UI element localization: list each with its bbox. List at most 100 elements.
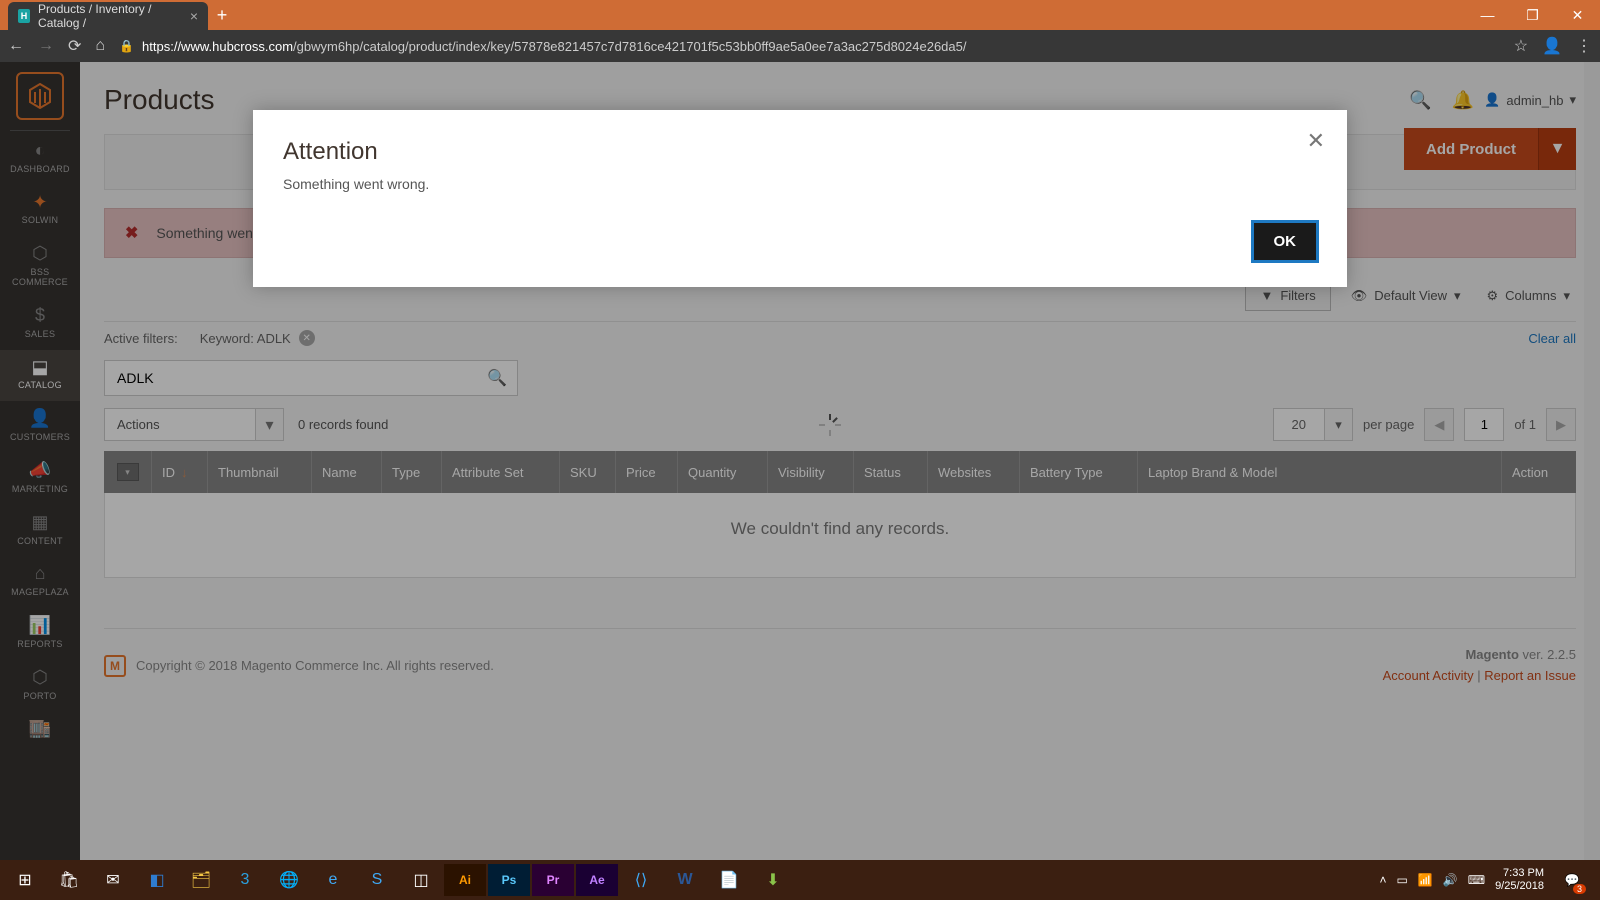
prev-page-button[interactable]: ◀ [1424, 408, 1454, 441]
scrollbar[interactable] [1584, 62, 1600, 860]
filter-chip-remove[interactable]: ✕ [299, 330, 315, 346]
taskbar-ae-icon[interactable]: Ae [576, 864, 618, 896]
magento-logo[interactable] [16, 72, 64, 120]
tray-chevron-icon[interactable]: ˄ [1379, 873, 1386, 887]
reload-button[interactable]: ⟳ [68, 36, 81, 56]
taskbar-outlook-icon[interactable]: ◧ [136, 864, 178, 896]
add-product-button[interactable]: Add Product [1404, 128, 1538, 170]
sidebar-item-sales[interactable]: $SALES [0, 298, 80, 350]
sidebar-item-more[interactable]: 🏬 [0, 711, 80, 753]
taskbar-app2-icon[interactable]: ◫ [400, 864, 442, 896]
star-icon[interactable]: ☆ [1514, 36, 1528, 56]
tray-volume-icon[interactable]: 🔊 [1443, 873, 1458, 887]
th-websites[interactable]: Websites [928, 451, 1020, 493]
th-id[interactable]: ID ↓ [152, 451, 208, 493]
default-view-button[interactable]: 👁Default View▾ [1345, 281, 1467, 311]
window-maximize-button[interactable]: ❐ [1510, 0, 1555, 30]
next-page-button[interactable]: ▶ [1546, 408, 1576, 441]
sidebar-item-marketing[interactable]: 📣MARKETING [0, 453, 80, 505]
page-size-select[interactable]: 20▾ [1273, 408, 1353, 441]
th-price[interactable]: Price [616, 451, 678, 493]
search-button[interactable]: 🔍 [477, 368, 517, 388]
th-laptop[interactable]: Laptop Brand & Model [1138, 451, 1502, 493]
sidebar-item-bss[interactable]: ⬡BSS COMMERCE [0, 236, 80, 298]
th-visibility[interactable]: Visibility [768, 451, 854, 493]
window-minimize-button[interactable]: — [1465, 0, 1510, 30]
modal-ok-button[interactable]: OK [1253, 222, 1318, 261]
th-action[interactable]: Action [1502, 451, 1576, 493]
modal-close-button[interactable]: ✕ [1307, 128, 1325, 154]
taskbar-ai-icon[interactable]: Ai [444, 864, 486, 896]
taskbar-app-icon[interactable]: 3 [224, 864, 266, 896]
taskbar-mail-icon[interactable]: ✉ [92, 864, 134, 896]
sidebar-item-reports[interactable]: 📊REPORTS [0, 608, 80, 660]
taskbar-idm-icon[interactable]: ⬇ [752, 864, 794, 896]
layout-icon: ▦ [2, 513, 78, 533]
bell-icon[interactable]: 🔔 [1452, 90, 1474, 111]
per-page-label: per page [1363, 417, 1414, 432]
taskbar-word-icon[interactable]: W [664, 864, 706, 896]
system-tray[interactable]: ˄ ▭ 📶 🔊 ⌨ 7:33 PM 9/25/2018 💬3 [1379, 864, 1596, 896]
taskbar-pr-icon[interactable]: Pr [532, 864, 574, 896]
th-sku[interactable]: SKU [560, 451, 616, 493]
spinner-icon [818, 413, 842, 437]
sort-down-icon: ↓ [181, 465, 188, 480]
select-all-checkbox[interactable]: ▾ [104, 451, 152, 493]
report-issue-link[interactable]: Report an Issue [1484, 668, 1576, 683]
sidebar-item-mageplaza[interactable]: ⌂MAGEPLAZA [0, 556, 80, 608]
taskbar-notepad-icon[interactable]: 📄 [708, 864, 750, 896]
th-battery[interactable]: Battery Type [1020, 451, 1138, 493]
th-type[interactable]: Type [382, 451, 442, 493]
taskbar-store-icon[interactable]: 🛍 [48, 864, 90, 896]
page-input[interactable] [1464, 408, 1504, 441]
taskbar-vscode-icon[interactable]: ⟨⟩ [620, 864, 662, 896]
search-input[interactable] [105, 370, 477, 386]
taskbar-explorer-icon[interactable]: 🗂 [180, 864, 222, 896]
window-close-button[interactable]: ✕ [1555, 0, 1600, 30]
back-button[interactable]: ← [8, 37, 24, 55]
tray-lang-icon[interactable]: ⌨ [1468, 873, 1485, 887]
taskbar-skype-icon[interactable]: S [356, 864, 398, 896]
filter-chip-text: Keyword: ADLK [200, 331, 291, 346]
browser-tab[interactable]: H Products / Inventory / Catalog / × [8, 2, 208, 30]
tray-wifi-icon[interactable]: 📶 [1418, 873, 1433, 887]
person-icon: 👤 [2, 409, 78, 429]
th-qty[interactable]: Quantity [678, 451, 768, 493]
start-button[interactable]: ⊞ [4, 864, 46, 896]
sidebar-item-porto[interactable]: ⬡PORTO [0, 660, 80, 712]
clear-all-link[interactable]: Clear all [1528, 331, 1576, 346]
actions-dropdown[interactable]: Actions ▾ [104, 408, 284, 441]
menu-icon[interactable]: ⋮ [1576, 36, 1592, 56]
columns-button[interactable]: ⚙Columns▾ [1481, 281, 1576, 311]
taskbar-clock[interactable]: 7:33 PM 9/25/2018 [1495, 867, 1544, 893]
address-bar[interactable]: 🔒 https://www.hubcross.com/gbwym6hp/cata… [119, 39, 1500, 54]
dollar-icon: $ [2, 306, 78, 326]
search-icon[interactable]: 🔍 [1409, 90, 1431, 111]
sidebar-item-catalog[interactable]: ⬓CATALOG [0, 350, 80, 402]
th-status[interactable]: Status [854, 451, 928, 493]
action-center-button[interactable]: 💬3 [1554, 864, 1590, 896]
sidebar-item-content[interactable]: ▦CONTENT [0, 505, 80, 557]
tray-battery-icon[interactable]: ▭ [1396, 873, 1407, 887]
app-version: ver. 2.2.5 [1519, 647, 1576, 662]
tab-close-icon[interactable]: × [190, 8, 198, 24]
taskbar-ps-icon[interactable]: Ps [488, 864, 530, 896]
sidebar-item-solwin[interactable]: ✦SOLWIN [0, 185, 80, 237]
account-activity-link[interactable]: Account Activity [1383, 668, 1474, 683]
taskbar-chrome-icon[interactable]: 🌐 [268, 864, 310, 896]
incognito-icon[interactable]: 👤 [1542, 36, 1562, 56]
taskbar-edge-icon[interactable]: e [312, 864, 354, 896]
user-menu[interactable]: 👤 admin_hb ▾ [1484, 92, 1576, 108]
sidebar-item-dashboard[interactable]: ◐DASHBOARD [0, 133, 80, 185]
new-tab-button[interactable]: + [208, 0, 236, 30]
add-product-dropdown[interactable]: ▼ [1538, 128, 1576, 170]
th-thumbnail[interactable]: Thumbnail [208, 451, 312, 493]
home-button[interactable]: ⌂ [95, 37, 105, 55]
th-attrset[interactable]: Attribute Set [442, 451, 560, 493]
browser-tab-strip: H Products / Inventory / Catalog / × + —… [0, 0, 1600, 30]
chevron-down-icon: ▾ [255, 409, 283, 440]
th-name[interactable]: Name [312, 451, 382, 493]
table-header: ▾ ID ↓ Thumbnail Name Type Attribute Set… [104, 451, 1576, 493]
forward-button[interactable]: → [38, 37, 54, 55]
sidebar-item-customers[interactable]: 👤CUSTOMERS [0, 401, 80, 453]
